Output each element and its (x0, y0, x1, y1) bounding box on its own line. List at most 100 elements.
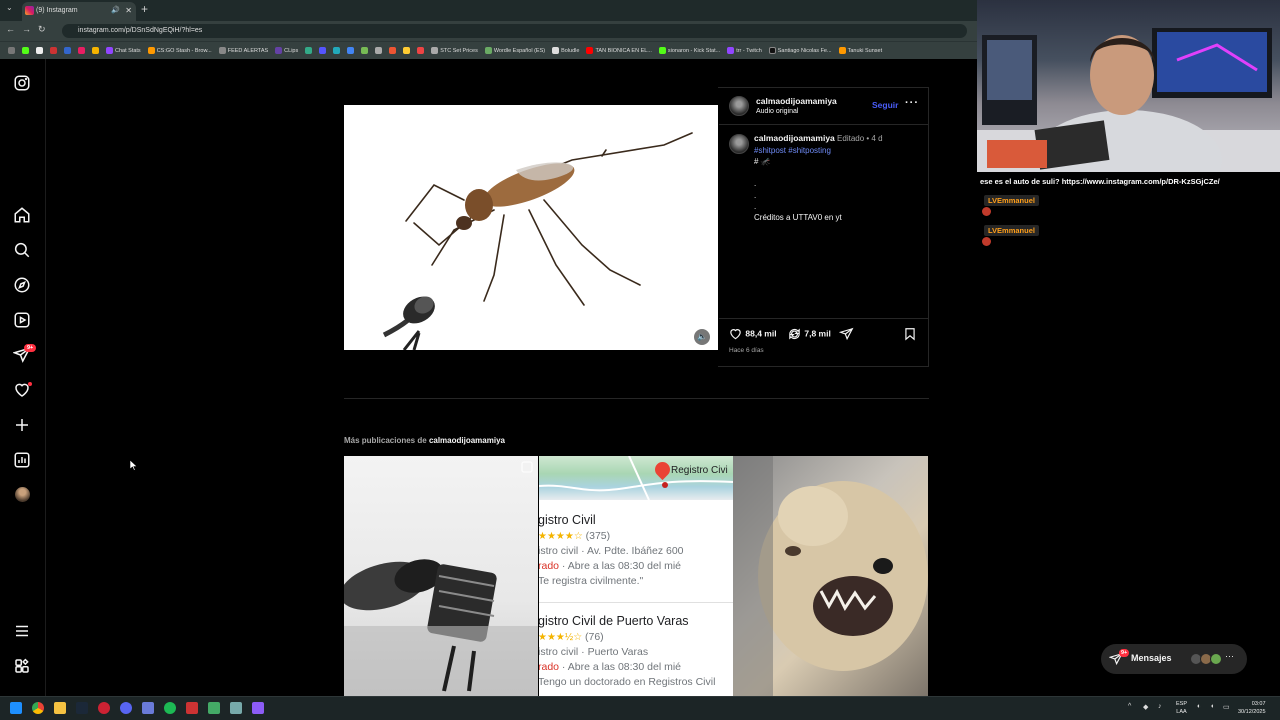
author-username[interactable]: calmaodijoamamiya (756, 96, 837, 106)
bookmark-icon[interactable] (359, 47, 370, 54)
bookmark-boludle[interactable]: Boludle (550, 47, 581, 54)
author-avatar[interactable] (729, 96, 749, 116)
bookmark-santiago[interactable]: Santiago Nicolas Fe... (767, 47, 834, 54)
language-indicator[interactable]: ESP LAA (1176, 700, 1187, 716)
chat-username[interactable]: LVEmmanuel (984, 195, 1039, 206)
caption-author-avatar[interactable] (729, 134, 749, 154)
bookmark-feed-alertas[interactable]: FEED ALERTAS (217, 47, 270, 54)
bookmark-kick-icon[interactable] (20, 47, 31, 54)
bookmark-csgo-stash[interactable]: CS:GO Stash - Brow... (146, 47, 214, 54)
bookmark-wordle[interactable]: Wordle Español (ES) (483, 47, 547, 54)
menu-icon[interactable] (13, 622, 31, 640)
hashtags[interactable]: #shitpost #shitposting (754, 145, 831, 156)
post-timestamp[interactable]: Hace 6 días (729, 347, 764, 354)
bookmark-icon[interactable] (317, 47, 328, 54)
bookmark-icon[interactable] (331, 47, 342, 54)
app-icon[interactable] (208, 702, 220, 714)
mute-button[interactable]: 🔈 (694, 329, 710, 345)
bookmark-clips[interactable]: CLips (273, 47, 300, 54)
tray-volume-icon[interactable]: ◖ (1210, 703, 1214, 710)
mosquito-image (382, 132, 693, 350)
steam-icon[interactable] (76, 702, 88, 714)
grid-post-3[interactable] (733, 456, 928, 696)
nav-buttons[interactable]: ←→↻ (6, 24, 53, 35)
bookmark-apps-icon[interactable] (6, 47, 17, 54)
bookmark-icon (905, 328, 915, 341)
more-icon: ··· (1225, 651, 1234, 661)
bookmark-tan-bionica[interactable]: TAN BIONICA EN EL... (584, 47, 653, 54)
search-icon[interactable] (13, 241, 31, 259)
also-from-meta-icon[interactable] (13, 657, 31, 675)
bookmark-icon[interactable] (76, 47, 87, 54)
discord-icon[interactable] (120, 702, 132, 714)
bookmark-icon[interactable] (415, 47, 426, 54)
result-hours: rado · Abre a las 08:30 del mié (539, 560, 682, 572)
messages-label: Mensajes (1131, 653, 1172, 663)
chat-username[interactable]: LVEmmanuel (984, 225, 1039, 236)
bookmark-icon[interactable] (373, 47, 384, 54)
tray-mic-icon[interactable]: ♪ (1158, 703, 1162, 710)
app-icon[interactable] (98, 702, 110, 714)
grid-post-1-image (344, 461, 538, 696)
bookmark-icon[interactable] (401, 47, 412, 54)
bookmark-icon[interactable] (303, 47, 314, 54)
dashboard-icon[interactable] (13, 451, 31, 469)
close-tab-icon[interactable]: ✕ (125, 2, 132, 19)
reels-icon[interactable] (13, 311, 31, 329)
chrome-icon[interactable] (32, 702, 44, 714)
bookmark-twitch[interactable]: trr - Twitch (725, 47, 764, 54)
grid-post-2[interactable]: Registro Civi gistro Civil ★★★★☆ (375) i… (539, 456, 733, 696)
instagram-logo-icon[interactable] (13, 74, 31, 92)
tray-battery-icon[interactable]: ▭ (1223, 703, 1230, 711)
audio-label[interactable]: Audio original (756, 108, 798, 115)
app-icon[interactable] (142, 702, 154, 714)
tray-chevron-icon[interactable]: ^ (1128, 703, 1131, 710)
grid-post-1[interactable] (344, 456, 538, 696)
profile-avatar[interactable] (15, 487, 30, 502)
tray-network-icon[interactable]: ◆ (1143, 703, 1148, 711)
share-button[interactable] (838, 327, 854, 341)
notification-badge: 9+ (24, 344, 37, 352)
bookmark-icon[interactable] (62, 47, 73, 54)
address-bar[interactable]: instagram.com/p/DSnSdNgEQiH/?hl=es (62, 24, 967, 38)
bookmark-tanuki[interactable]: Tanuki Sunset (837, 47, 885, 54)
home-icon[interactable] (13, 206, 31, 224)
result-address: istro civil · Av. Pdte. Ibáñez 600 (539, 545, 684, 557)
bookmark-chat-stats[interactable]: Chat Stats (104, 47, 143, 54)
app-icon[interactable] (186, 702, 198, 714)
result-hours: rado · Abre a las 08:30 del mié (539, 661, 682, 673)
spotify-icon[interactable] (164, 702, 176, 714)
browser-tab-instagram[interactable]: (9) Instagram 🔊 ✕ (22, 2, 136, 21)
system-clock[interactable]: 03:07 30/12/2025 (1238, 700, 1266, 716)
tray-wifi-icon[interactable]: ◐ (1197, 703, 1201, 710)
more-options-icon[interactable]: ··· (905, 97, 919, 109)
save-button[interactable] (903, 327, 917, 341)
tab-title: (9) Instagram (36, 7, 78, 14)
new-tab-button[interactable]: + (141, 2, 148, 16)
tab-search-icon[interactable]: ⌄ (6, 3, 13, 12)
bookmark-icon[interactable] (387, 47, 398, 54)
like-button[interactable]: 88,4 mil (728, 327, 777, 341)
instagram-favicon-icon (25, 6, 34, 15)
map-dot (662, 482, 668, 488)
follow-button[interactable]: Seguir (872, 100, 898, 110)
bookmark-icon[interactable] (48, 47, 59, 54)
result-address: istro civil · Puerto Varas (539, 646, 649, 658)
bookmark-stc-set-prices[interactable]: STC Set Prices (429, 47, 480, 54)
bookmark-icon[interactable] (345, 47, 356, 54)
speaker-icon[interactable]: 🔊 (111, 2, 120, 19)
repost-button[interactable]: 7,8 mil (787, 327, 831, 341)
bookmark-icon[interactable] (34, 47, 45, 54)
bookmark-kick-stats[interactable]: sionaron - Kick Stat... (657, 47, 722, 54)
explore-compass-icon[interactable] (13, 276, 31, 294)
create-plus-icon[interactable] (13, 416, 31, 434)
file-explorer-icon[interactable] (54, 702, 66, 714)
app-icon[interactable] (230, 702, 242, 714)
mosquito-video-frame[interactable] (344, 105, 718, 350)
windows-start-icon[interactable] (10, 702, 22, 714)
caption-username[interactable]: calmaodijoamamiya (754, 133, 835, 143)
more-posts-author[interactable]: calmaodijoamamiya (429, 436, 505, 445)
messages-button[interactable]: 9+ Mensajes ··· (1101, 644, 1247, 674)
app-icon[interactable] (252, 702, 264, 714)
bookmark-icon[interactable] (90, 47, 101, 54)
